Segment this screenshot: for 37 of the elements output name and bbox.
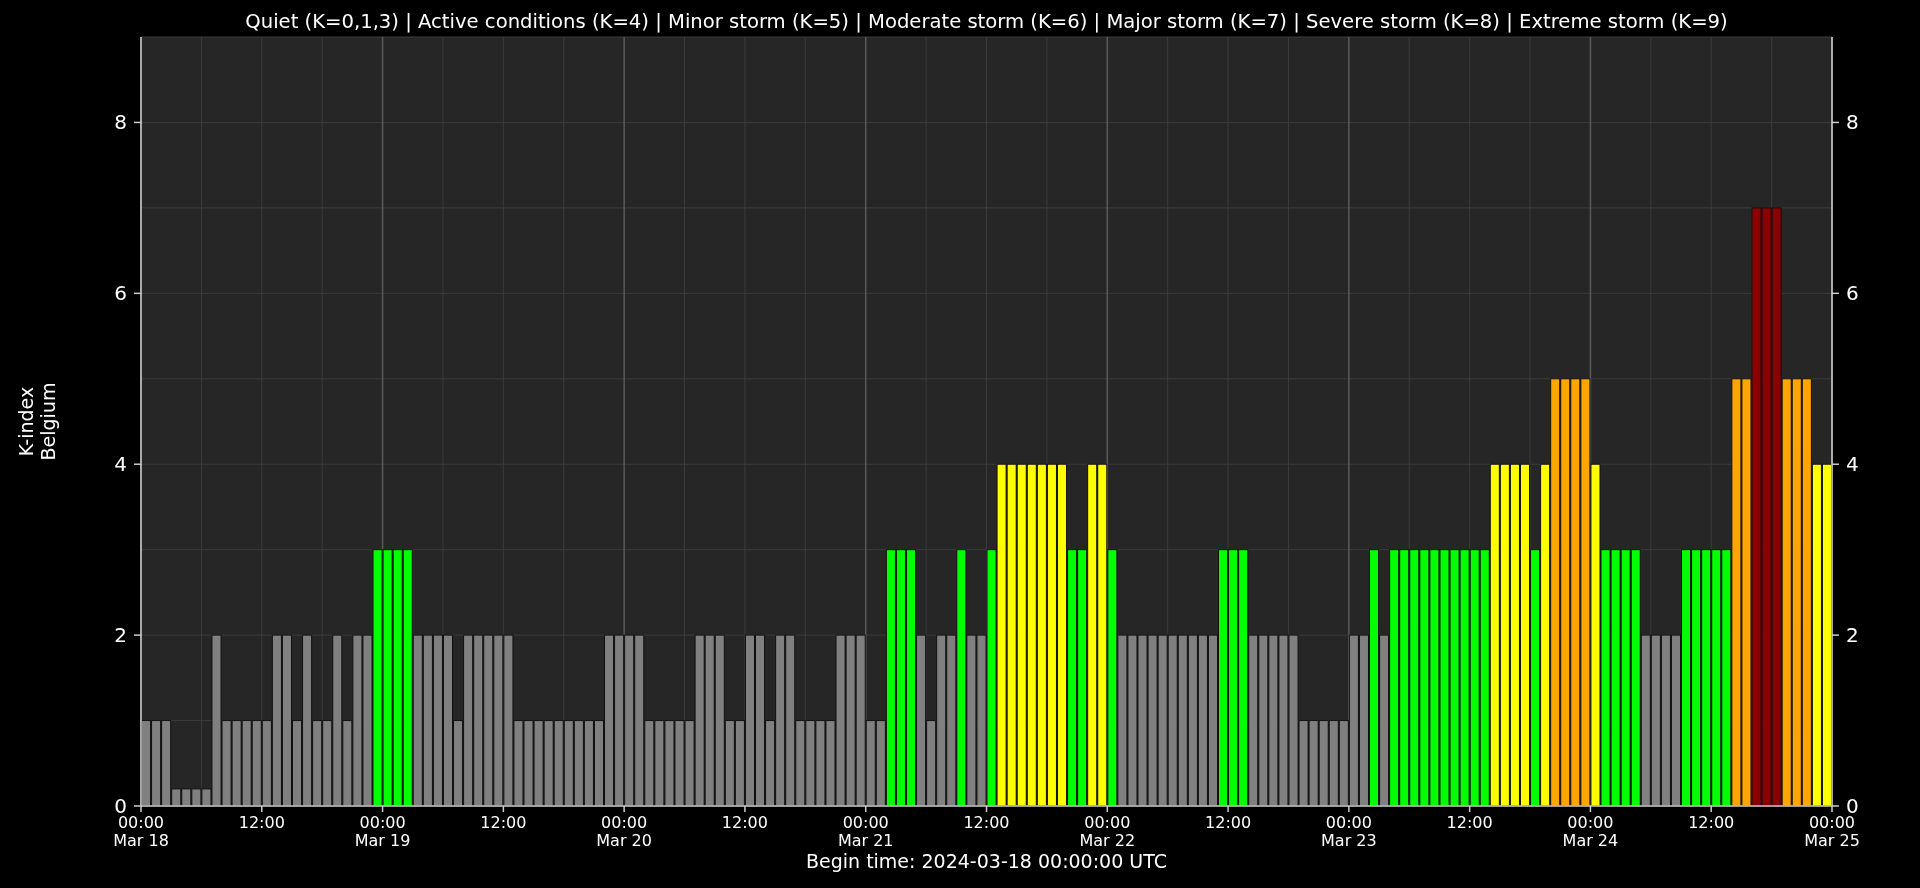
date-label: Mar 18 [113,831,169,850]
tick-label: 12:00 [238,813,285,832]
tick-label: 12:00 [1688,813,1735,832]
tick-label: 12:00 [1446,813,1493,832]
tick-label: 00:00 [1084,813,1131,832]
bar [181,788,192,807]
tick-label: 8 [114,110,127,135]
tick-label: 12:00 [480,813,527,832]
date-label: Mar 21 [837,831,894,850]
date-label: Mar 19 [354,831,411,850]
chart-title: Quiet (K=0,1,3) | Active conditions (K=4) | Minor storm (K=5) | Moderate storm (K=6) | Major storm (K=7) | Severe storm (K=8) | Extreme storm (K=9) [245,10,1728,33]
tick-label: 6 [1846,281,1859,306]
axis-title: Begin time: 2024-03-18 00:00:00 UTC [806,850,1167,872]
tick-label: 12:00 [1205,813,1252,832]
tick-label: 00:00 [359,813,406,832]
tick-label: 00:00 [1808,813,1856,832]
tick-label: 6 [114,281,127,306]
date-label: Mar 24 [1562,831,1619,850]
tick-label: 12:00 [963,813,1010,832]
tick-label: 00:00 [1325,813,1372,832]
tick-label: 00:00 [601,813,648,832]
axis-title: Belgium [37,382,59,461]
tick-label: 2 [1846,623,1859,648]
tick-label: 00:00 [842,813,889,832]
axis-title: K-index [15,386,37,457]
tick-label: 8 [1846,110,1859,135]
tick-label: 4 [114,452,127,477]
tick-label: 00:00 [117,813,165,832]
date-label: Mar 20 [596,831,652,850]
tick-label: 12:00 [721,813,768,832]
tick-label: 00:00 [1567,813,1614,832]
date-label: Mar 25 [1804,831,1860,850]
date-label: Mar 23 [1321,831,1377,850]
tick-label: 4 [1846,452,1859,477]
date-label: Mar 22 [1079,831,1136,850]
bar [191,788,202,807]
tick-label: 2 [114,623,127,648]
